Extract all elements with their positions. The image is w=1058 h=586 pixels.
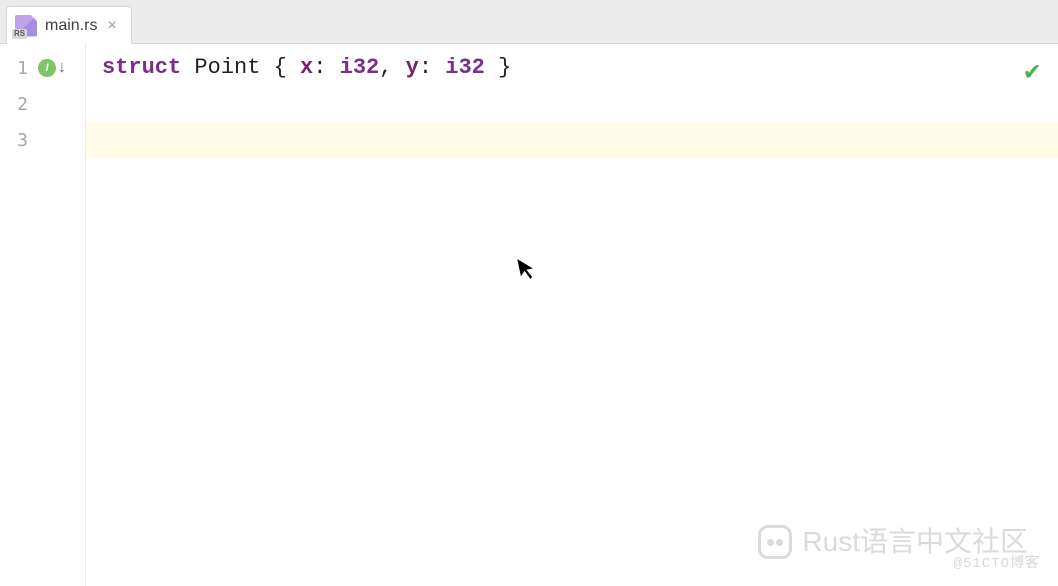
mouse-cursor-icon [514,252,542,294]
code-line[interactable]: struct Point { x: i32, y: i32 } [86,50,1058,86]
token-punct: { [274,55,300,80]
analysis-ok-icon[interactable]: ✔ [1024,54,1040,90]
chevron-down-icon[interactable]: ↓ [58,60,66,76]
token-type: i32 [445,55,485,80]
token-type: i32 [340,55,380,80]
token-ident: Point [181,55,273,80]
line-number: 3 [0,130,28,151]
watermark-source: @51CTO博客 [954,546,1040,582]
tab-bar: RS main.rs × [0,0,1058,44]
line-number: 1 [0,58,28,79]
tab-main-rs[interactable]: RS main.rs × [6,6,132,44]
editor-area: 1 I ↓ 2 3 struct Point { x: i32, y: i32 … [0,44,1058,586]
token-field: y [406,55,419,80]
gutter: 1 I ↓ 2 3 [0,44,86,586]
wechat-icon [758,525,792,559]
token-punct: : [419,55,445,80]
ide-window: RS main.rs × 1 I ↓ 2 3 struct Point { x:… [0,0,1058,586]
token-field: x [300,55,313,80]
token-punct: : [313,55,339,80]
code-line[interactable] [86,86,1058,122]
line-number: 2 [0,94,28,115]
code-area[interactable]: struct Point { x: i32, y: i32 } ✔ Rust语言… [86,44,1058,586]
gutter-row[interactable]: 1 I ↓ [0,50,85,86]
close-icon[interactable]: × [105,16,118,36]
tab-filename: main.rs [45,17,97,35]
code-line-current[interactable] [86,122,1058,158]
gutter-row[interactable]: 3 [0,122,85,158]
token-punct: } [485,55,511,80]
gutter-row[interactable]: 2 [0,86,85,122]
implement-icon[interactable]: I [38,59,56,77]
token-keyword: struct [102,55,181,80]
token-punct: , [379,55,405,80]
rust-file-icon: RS [15,15,37,37]
